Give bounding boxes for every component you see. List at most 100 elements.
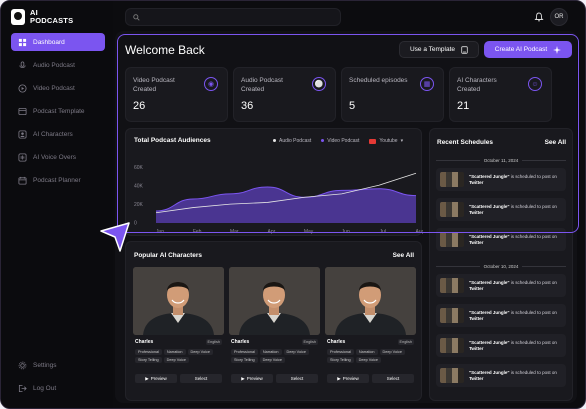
character-tag: Professional bbox=[327, 349, 354, 355]
character-tag: Story Telling bbox=[135, 357, 162, 363]
sidebar-item-settings[interactable]: Settings bbox=[11, 356, 105, 374]
character-tag: Narration bbox=[163, 349, 186, 355]
schedules-see-all[interactable]: See All bbox=[545, 139, 566, 146]
sidebar-item-label: Log Out bbox=[33, 384, 57, 392]
use-template-button[interactable]: Use a Template bbox=[399, 41, 479, 58]
sidebar-item-label: Audio Podcast bbox=[33, 61, 75, 69]
sidebar-item-video-podcast[interactable]: Video Podcast bbox=[11, 79, 105, 97]
sidebar-item-audio-podcast[interactable]: Audio Podcast bbox=[11, 56, 105, 74]
sidebar: AI PODCASTS Dashboard Audio Podcast Video … bbox=[1, 1, 113, 408]
x-tick-label: May bbox=[304, 229, 314, 235]
character-card: Charles English Professional Narration Deep … bbox=[133, 267, 224, 395]
sidebar-item-ai-voice-overs[interactable]: AI Voice Overs bbox=[11, 148, 105, 166]
character-tag: Deep Voice bbox=[355, 357, 382, 363]
schedule-item[interactable]: "Scattered Jungle" is scheduled to post … bbox=[436, 198, 566, 221]
schedule-thumbnail bbox=[440, 172, 464, 187]
schedule-text: "Scattered Jungle" is scheduled to post … bbox=[469, 233, 557, 245]
preview-button[interactable]: ▶ Preview bbox=[231, 374, 273, 383]
schedules-title: Recent Schedules bbox=[437, 139, 493, 146]
character-tag: Deep Voice bbox=[379, 349, 405, 355]
x-tick-label: Jun bbox=[156, 229, 164, 235]
x-tick-label: Jul bbox=[380, 229, 386, 235]
logo: AI PODCASTS bbox=[11, 9, 73, 25]
sidebar-item-dashboard[interactable]: Dashboard bbox=[11, 33, 105, 51]
platform-dropdown[interactable]: Youtube ▾ bbox=[369, 138, 403, 144]
bell-icon[interactable] bbox=[534, 12, 544, 22]
schedule-thumbnail bbox=[440, 202, 464, 217]
character-icon bbox=[18, 129, 27, 139]
search-bar[interactable] bbox=[125, 8, 341, 26]
sparkle-icon bbox=[553, 45, 562, 54]
schedule-text: "Scattered Jungle" is scheduled to post … bbox=[469, 309, 557, 321]
y-tick-label: 20K bbox=[134, 202, 144, 208]
character-tags: Professional Narration Deep Voice Story Tel… bbox=[327, 349, 415, 363]
schedule-text: "Scattered Jungle" is scheduled to post … bbox=[469, 173, 557, 185]
y-tick-label: 60K bbox=[134, 165, 144, 171]
characters-title: Popular AI Characters bbox=[134, 252, 203, 259]
schedule-thumbnail bbox=[440, 368, 464, 383]
character-icon: ☺ bbox=[528, 77, 542, 91]
sidebar-item-podcast-planner[interactable]: Podcast Planner bbox=[11, 171, 105, 189]
legend-audio: Audio Podcast bbox=[273, 138, 311, 144]
audience-chart: 60K 40K 20K 0 Jun Feb Mar Apr May Jun Jul Aug bbox=[134, 165, 423, 235]
character-language: English bbox=[205, 339, 222, 345]
sidebar-item-label: Podcast Planner bbox=[33, 176, 81, 184]
create-ai-podcast-button[interactable]: Create AI Podcast bbox=[484, 41, 572, 58]
chevron-down-icon: ▾ bbox=[400, 138, 404, 144]
microphone-icon: ⚪ bbox=[312, 77, 326, 91]
character-tag: Narration bbox=[259, 349, 282, 355]
sidebar-item-log-out[interactable]: Log Out bbox=[11, 379, 105, 397]
avatar[interactable]: OR bbox=[550, 8, 568, 26]
stat-value: 36 bbox=[241, 100, 254, 112]
stat-value: 26 bbox=[133, 100, 146, 112]
y-tick-label: 0 bbox=[134, 221, 137, 227]
stat-value: 5 bbox=[349, 100, 356, 112]
template-icon bbox=[18, 107, 27, 116]
character-language: English bbox=[397, 339, 414, 345]
audience-chart-card: Total Podcast Audiences Audio Podcast Vi… bbox=[125, 128, 423, 236]
schedule-item[interactable]: "Scattered Jungle" is scheduled to post … bbox=[436, 364, 566, 387]
search-icon bbox=[133, 13, 140, 21]
stat-label: Scheduled episodes bbox=[349, 77, 408, 84]
preview-button[interactable]: ▶ Preview bbox=[327, 374, 369, 383]
stat-card: Audio Podcast Created 36 ⚪ bbox=[233, 67, 336, 122]
schedule-item[interactable]: "Scattered Jungle" is scheduled to post … bbox=[436, 228, 566, 251]
character-name: Charles bbox=[135, 339, 154, 345]
schedule-thumbnail bbox=[440, 232, 464, 247]
character-photo bbox=[325, 267, 416, 335]
select-button[interactable]: Select bbox=[372, 374, 414, 383]
character-tag: Deep Voice bbox=[163, 357, 190, 363]
stat-label: Video Podcast Created bbox=[133, 77, 175, 93]
schedule-item[interactable]: "Scattered Jungle" is scheduled to post … bbox=[436, 304, 566, 327]
sidebar-item-podcast-template[interactable]: Podcast Template bbox=[11, 102, 105, 120]
sidebar-item-label: Dashboard bbox=[33, 38, 65, 46]
dashboard-icon bbox=[18, 38, 27, 47]
sidebar-item-ai-characters[interactable]: AI Characters bbox=[11, 125, 105, 143]
sidebar-item-label: Video Podcast bbox=[33, 84, 75, 92]
sidebar-bottom: Settings Log Out bbox=[11, 356, 105, 402]
schedule-item[interactable]: "Scattered Jungle" is scheduled to post … bbox=[436, 334, 566, 357]
voice-icon bbox=[18, 152, 27, 162]
x-tick-label: Mar bbox=[230, 229, 239, 235]
popular-characters-card: Popular AI Characters See All Charles Eng… bbox=[125, 241, 422, 401]
search-input[interactable] bbox=[144, 13, 324, 21]
chart-title: Total Podcast Audiences bbox=[134, 137, 211, 144]
character-photo bbox=[229, 267, 320, 335]
select-button[interactable]: Select bbox=[180, 374, 222, 383]
characters-see-all[interactable]: See All bbox=[393, 252, 414, 259]
gear-icon bbox=[18, 361, 27, 370]
character-photo bbox=[133, 267, 224, 335]
stat-label: AI Characters Created bbox=[457, 77, 497, 93]
preview-button[interactable]: ▶ Preview bbox=[135, 374, 177, 383]
logo-icon bbox=[11, 9, 25, 25]
calendar-icon bbox=[18, 176, 27, 185]
schedule-item[interactable]: "Scattered Jungle" is scheduled to post … bbox=[436, 274, 566, 297]
x-tick-label: Apr bbox=[268, 229, 276, 235]
x-tick-label: Aug bbox=[416, 229, 423, 235]
stat-card: Scheduled episodes 5 ▦ bbox=[341, 67, 444, 122]
app-window: AI PODCASTS Dashboard Audio Podcast Video … bbox=[0, 0, 586, 409]
calendar-icon: ▦ bbox=[420, 77, 434, 91]
character-tag: Story Telling bbox=[327, 357, 354, 363]
select-button[interactable]: Select bbox=[276, 374, 318, 383]
schedule-item[interactable]: "Scattered Jungle" is scheduled to post … bbox=[436, 168, 566, 191]
